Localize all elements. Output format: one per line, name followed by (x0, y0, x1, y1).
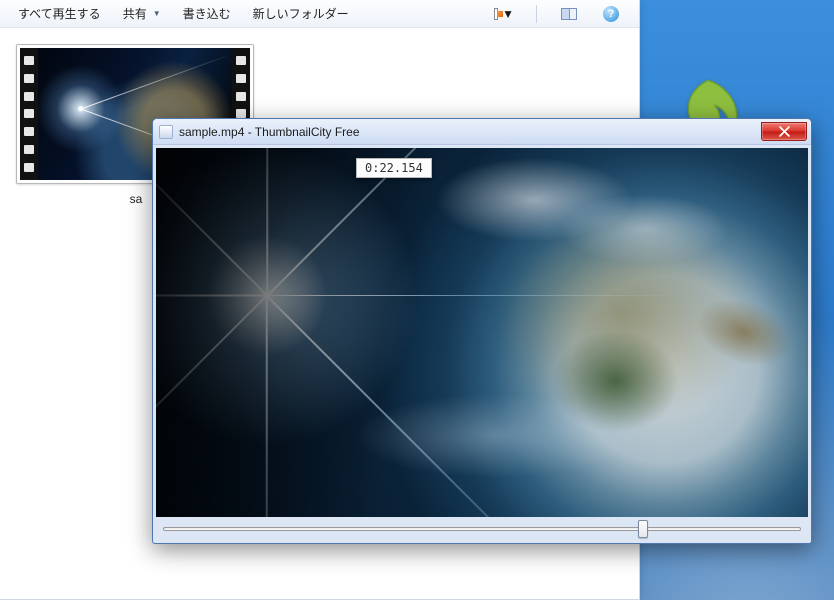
seek-bar-row (153, 517, 811, 543)
help-icon: ? (603, 6, 619, 22)
toolbar-slideshow-button[interactable]: ▼ (494, 4, 514, 24)
separator (536, 5, 537, 23)
close-icon (779, 126, 790, 137)
preview-pane-icon (561, 8, 577, 20)
chevron-down-icon: ▼ (502, 7, 514, 21)
seek-track (163, 527, 801, 531)
preview-window: sample.mp4 - ThumbnailCity Free 0:22.154 (152, 118, 812, 544)
timestamp-tooltip: 0:22.154 (356, 158, 432, 178)
chevron-down-icon: ▼ (153, 9, 161, 18)
toolbar-share[interactable]: 共有 ▼ (123, 5, 161, 22)
seek-slider[interactable] (161, 520, 803, 538)
video-preview-area[interactable]: 0:22.154 (156, 148, 808, 517)
preview-title: sample.mp4 - ThumbnailCity Free (179, 125, 360, 139)
preview-titlebar[interactable]: sample.mp4 - ThumbnailCity Free (153, 119, 811, 145)
toolbar-burn[interactable]: 書き込む (183, 5, 231, 22)
toolbar-burn-label: 書き込む (183, 5, 231, 22)
close-button[interactable] (761, 122, 807, 141)
toolbar-play-all-label: すべて再生する (18, 5, 101, 22)
toolbar-help-button[interactable]: ? (601, 4, 621, 24)
toolbar-share-label: 共有 (123, 5, 147, 22)
explorer-toolbar: すべて再生する 共有 ▼ 書き込む 新しいフォルダー ▼ ? (0, 0, 639, 28)
toolbar-play-all[interactable]: すべて再生する (18, 5, 101, 22)
app-icon (159, 125, 173, 139)
slideshow-icon (494, 8, 498, 20)
toolbar-new-folder[interactable]: 新しいフォルダー (253, 5, 349, 22)
toolbar-new-folder-label: 新しいフォルダー (253, 5, 349, 22)
seek-thumb[interactable] (638, 520, 648, 538)
toolbar-preview-pane-button[interactable] (559, 4, 579, 24)
